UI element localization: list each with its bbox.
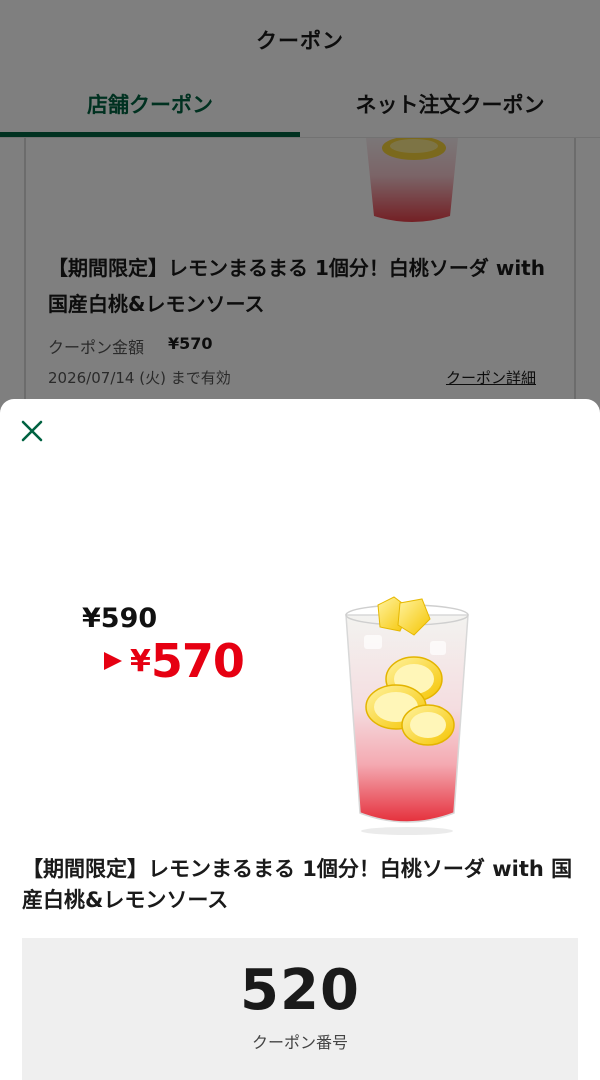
coupon-number: 520 <box>240 958 360 1023</box>
coupon-detail-sheet: ¥590 ¥ 570 【期間限定】レモンまるまる 1個分！白桃ソーダ with … <box>0 399 600 1080</box>
coupon-number-label: クーポン番号 <box>251 1033 348 1052</box>
discount-price-value: 570 <box>150 634 245 688</box>
triangle-arrow-icon <box>104 652 122 670</box>
coupon-title: 【期間限定】レモンまるまる 1個分！白桃ソーダ with 国産白桃&レモンソース <box>22 857 573 912</box>
discount-price: ¥ 570 <box>104 634 245 688</box>
discount-price-currency: ¥ <box>130 643 151 679</box>
close-icon[interactable] <box>18 417 46 445</box>
original-price: ¥590 <box>82 603 158 634</box>
drink-image <box>345 596 469 835</box>
coupon-code-box: 520 クーポン番号 <box>22 938 578 1080</box>
